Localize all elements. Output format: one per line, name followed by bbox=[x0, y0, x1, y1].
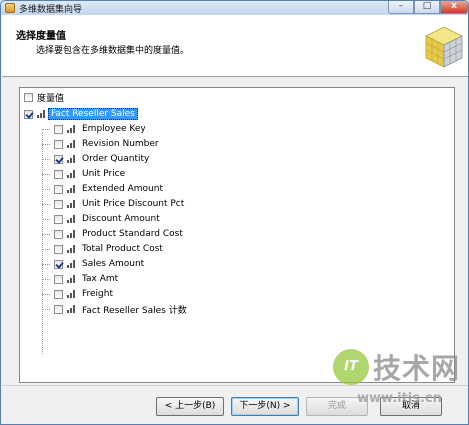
tree-connector-branch bbox=[42, 234, 50, 235]
measure-label: Sales Amount bbox=[82, 259, 145, 269]
root-checkbox[interactable] bbox=[24, 92, 33, 102]
tree-connector-branch bbox=[42, 279, 50, 280]
measure-item[interactable]: Discount Amount bbox=[54, 212, 160, 226]
measure-item[interactable]: Order Quantity bbox=[54, 152, 149, 166]
measure-icon bbox=[67, 230, 76, 238]
wizard-footer: < 上一步(B) 下一步(N) > 完成 取消 bbox=[2, 385, 468, 424]
measure-icon bbox=[67, 140, 76, 148]
measure-icon bbox=[67, 170, 76, 178]
tree-root[interactable]: 度量值 bbox=[24, 90, 64, 104]
tree-connector-branch bbox=[42, 189, 50, 190]
tree-connector-branch bbox=[42, 294, 50, 295]
measure-icon bbox=[67, 275, 76, 283]
tree-connector-branch bbox=[42, 249, 50, 250]
tree-connector-branch bbox=[42, 204, 50, 205]
tree-connector-branch bbox=[42, 309, 50, 310]
main-panel: 度量值 Fact Reseller Sales Employee Key Revi… bbox=[2, 78, 468, 385]
measure-item[interactable]: Freight bbox=[54, 287, 113, 301]
wizard-window: 多维数据集向导 – □ x 选择度量值 选择要包含在多维数据集中的度量值。 度量… bbox=[0, 0, 469, 425]
measure-item[interactable]: Tax Amt bbox=[54, 272, 118, 286]
measure-item[interactable]: Fact Reseller Sales 计数 bbox=[54, 302, 187, 316]
measure-checkbox[interactable] bbox=[54, 199, 63, 209]
measure-label: Order Quantity bbox=[82, 154, 150, 164]
measure-label: Total Product Cost bbox=[82, 244, 163, 254]
maximize-button[interactable]: □ bbox=[414, 1, 440, 14]
measures-tree[interactable]: 度量值 Fact Reseller Sales Employee Key Revi… bbox=[19, 87, 455, 383]
finish-button[interactable]: 完成 bbox=[306, 397, 368, 416]
measure-checkbox[interactable] bbox=[54, 154, 63, 164]
measure-label: Unit Price Discount Pct bbox=[82, 199, 185, 209]
group-label: Fact Reseller Sales bbox=[48, 108, 138, 120]
measure-label: Fact Reseller Sales 计数 bbox=[82, 305, 187, 316]
page-title: 选择度量值 bbox=[16, 31, 66, 42]
measure-label: Product Standard Cost bbox=[82, 229, 183, 239]
tree-connector bbox=[42, 133, 43, 354]
tree-connector-branch bbox=[42, 129, 50, 130]
measure-icon bbox=[67, 260, 76, 268]
tree-connector-branch bbox=[42, 219, 50, 220]
measure-checkbox[interactable] bbox=[54, 289, 63, 299]
measure-label: Extended Amount bbox=[82, 184, 163, 194]
tree-connector-branch bbox=[42, 264, 50, 265]
measure-group-icon bbox=[37, 110, 46, 118]
measure-icon bbox=[67, 155, 76, 163]
measure-item[interactable]: Unit Price bbox=[54, 167, 125, 181]
measure-checkbox[interactable] bbox=[54, 229, 63, 239]
minimize-button[interactable]: – bbox=[388, 1, 414, 14]
measure-checkbox[interactable] bbox=[54, 139, 63, 149]
wizard-header: 选择度量值 选择要包含在多维数据集中的度量值。 bbox=[2, 15, 468, 77]
measure-checkbox[interactable] bbox=[54, 169, 63, 179]
cancel-button[interactable]: 取消 bbox=[380, 397, 442, 416]
measure-icon bbox=[67, 305, 76, 313]
measure-item[interactable]: Product Standard Cost bbox=[54, 227, 183, 241]
measure-checkbox[interactable] bbox=[54, 184, 63, 194]
measure-checkbox[interactable] bbox=[54, 244, 63, 254]
measure-checkbox[interactable] bbox=[54, 304, 63, 314]
title-bar[interactable]: 多维数据集向导 – □ x bbox=[1, 1, 468, 15]
page-subtitle: 选择要包含在多维数据集中的度量值。 bbox=[36, 46, 190, 56]
measure-label: Discount Amount bbox=[82, 214, 160, 224]
measure-item[interactable]: Revision Number bbox=[54, 137, 159, 151]
close-button[interactable]: x bbox=[440, 1, 468, 14]
app-icon bbox=[5, 3, 15, 13]
tree-connector-branch bbox=[42, 144, 50, 145]
measure-icon bbox=[67, 125, 76, 133]
measure-item[interactable]: Sales Amount bbox=[54, 257, 144, 271]
tree-connector-branch bbox=[42, 174, 50, 175]
measure-icon bbox=[67, 245, 76, 253]
measure-label: Employee Key bbox=[82, 124, 146, 134]
measure-checkbox[interactable] bbox=[54, 124, 63, 134]
measure-label: Revision Number bbox=[82, 139, 159, 149]
measure-label: Tax Amt bbox=[82, 274, 119, 284]
tree-group[interactable]: Fact Reseller Sales bbox=[24, 107, 138, 121]
measure-icon bbox=[67, 290, 76, 298]
measure-label: Unit Price bbox=[82, 169, 126, 179]
measure-icon bbox=[67, 185, 76, 193]
group-checkbox[interactable] bbox=[24, 109, 33, 119]
cube-icon bbox=[425, 26, 463, 68]
back-button[interactable]: < 上一步(B) bbox=[156, 397, 224, 416]
measure-icon bbox=[67, 200, 76, 208]
measure-item[interactable]: Total Product Cost bbox=[54, 242, 163, 256]
next-button[interactable]: 下一步(N) > bbox=[231, 397, 299, 416]
window-title: 多维数据集向导 bbox=[19, 5, 83, 15]
measure-checkbox[interactable] bbox=[54, 259, 63, 269]
tree-connector-branch bbox=[42, 159, 50, 160]
measure-checkbox[interactable] bbox=[54, 274, 63, 284]
measure-icon bbox=[67, 215, 76, 223]
measure-item[interactable]: Extended Amount bbox=[54, 182, 163, 196]
measure-item[interactable]: Employee Key bbox=[54, 122, 146, 136]
measure-checkbox[interactable] bbox=[54, 214, 63, 224]
measure-item[interactable]: Unit Price Discount Pct bbox=[54, 197, 184, 211]
root-label: 度量值 bbox=[37, 93, 65, 104]
measure-label: Freight bbox=[82, 289, 114, 299]
